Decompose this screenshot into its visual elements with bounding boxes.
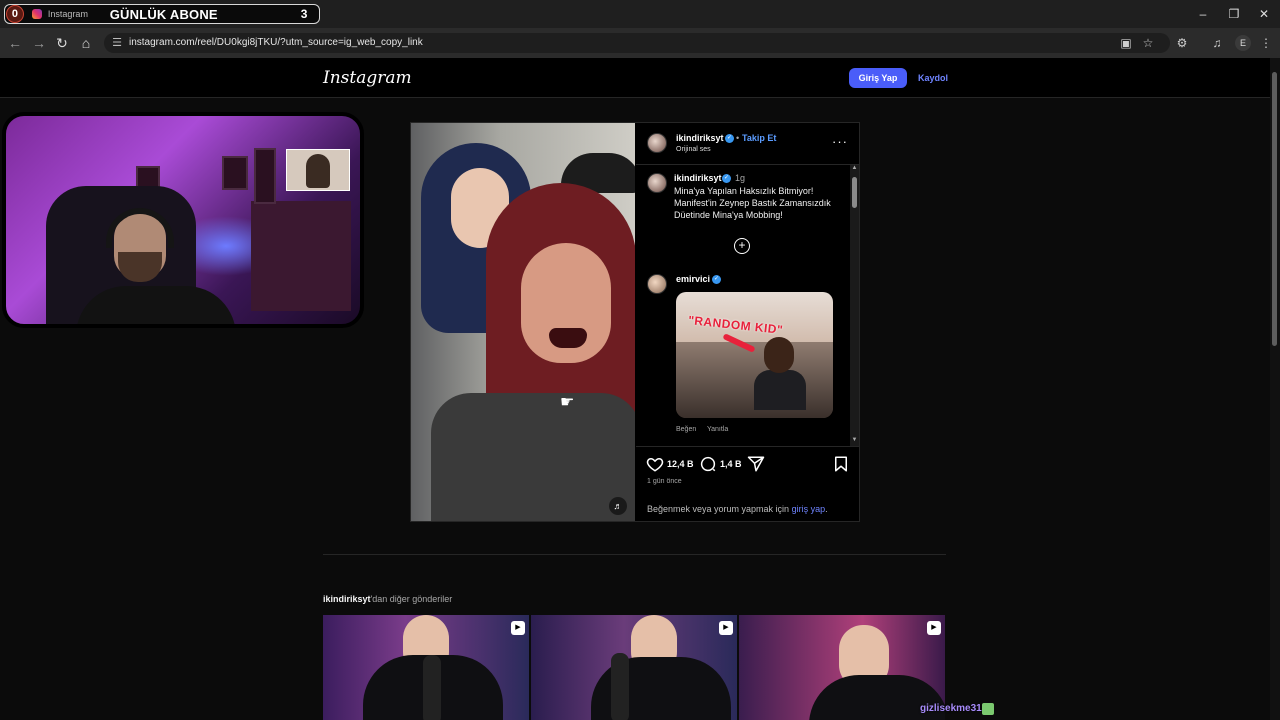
instagram-header [0,58,1270,98]
back-icon[interactable]: ← [6,34,24,52]
like-count: 12,4 B [667,459,694,469]
site-info-icon[interactable]: ☰ [110,36,124,50]
close-icon[interactable]: ✕ [1249,6,1279,22]
divider [636,164,859,165]
scroll-down-icon[interactable]: ▼ [850,437,859,446]
login-prompt-suffix: . [825,504,828,514]
verified-badge-icon: ✓ [712,275,721,284]
reel-video[interactable] [411,123,635,521]
login-button[interactable]: Giriş Yap [849,68,907,88]
chat-emote-icon [982,703,994,715]
subscriber-goal-label: GÜNLÜK ABONE [109,6,218,22]
browser-tab[interactable]: 0 Instagram GÜNLÜK ABONE 3 [4,4,320,24]
commenter-avatar[interactable] [647,274,667,294]
media-icon[interactable]: ♫ [1209,35,1225,51]
home-icon[interactable]: ⌂ [77,34,95,52]
comments-scrollbar-thumb[interactable] [852,177,857,208]
comment-icon[interactable] [699,455,717,473]
install-icon[interactable]: ▣ [1118,35,1134,51]
comment-reply-button[interactable]: Yanıtla [707,426,728,433]
reel-icon: ▶ [927,621,941,635]
volume-icon[interactable]: ♬ [609,497,627,515]
more-post-thumbnail[interactable]: ▶ [739,615,945,720]
reel-icon: ▶ [719,621,733,635]
scroll-up-icon[interactable]: ▲ [850,165,859,174]
page-scrollbar-thumb[interactable] [1272,72,1277,346]
reload-icon[interactable]: ↻ [53,34,71,52]
caption-author-avatar[interactable] [647,173,667,193]
more-post-thumbnail[interactable]: ▶ [531,615,737,720]
post-author-username[interactable]: ikindiriksyt [676,133,724,143]
stream-chat-message: gizlisekme31: [920,703,986,714]
share-icon[interactable] [747,455,765,473]
star-icon[interactable]: ☆ [1140,35,1156,51]
heart-icon[interactable] [646,455,664,473]
login-prompt-text: Beğenmek veya yorum yapmak için [647,504,792,514]
reel-icon: ▶ [511,621,525,635]
verified-badge-icon: ✓ [722,174,731,183]
forward-icon[interactable]: → [30,34,48,52]
login-prompt-link[interactable]: giriş yap [792,504,826,514]
tab-title: Instagram [47,9,88,19]
profile-avatar[interactable]: E [1235,35,1251,51]
more-options-icon[interactable]: ··· [832,134,848,149]
divider [636,446,859,447]
more-posts-user[interactable]: ikindiriksyt [323,594,371,604]
verified-badge-icon: ✓ [725,134,734,143]
audio-label[interactable]: Orijinal ses [676,146,711,153]
follow-button[interactable]: Takip Et [742,133,776,143]
caption-author-username[interactable]: ikindiriksyt [674,173,722,183]
stream-counter-right: 3 [300,7,308,21]
section-divider [323,554,946,555]
restore-icon[interactable]: ❐ [1219,6,1249,22]
comment-image[interactable] [676,292,833,418]
extensions-icon[interactable]: ⚙ [1174,35,1190,51]
mouse-cursor-icon: ☛ [560,394,575,411]
stream-counter-left: 0 [6,5,24,23]
instagram-favicon-icon [31,9,42,19]
more-posts-suffix: 'dan diğer gönderiler [370,594,453,604]
login-prompt: Beğenmek veya yorum yapmak için giriş ya… [647,504,828,514]
load-more-comments-icon[interactable]: + [734,238,750,254]
signup-link[interactable]: Kaydol [918,73,948,83]
post-caption: Mina'ya Yapılan Haksızlık Bitmiyor! Mani… [674,186,831,220]
instagram-logo[interactable]: Instagram [323,68,412,88]
caption-time: 1g [735,173,746,183]
posted-time: 1 gün önce [647,478,682,485]
comment-count: 1,4 B [720,459,742,469]
commenter-username[interactable]: emirvici [676,274,710,284]
more-vert-icon[interactable]: ⋮ [1258,35,1274,51]
more-post-thumbnail[interactable]: ▶ [323,615,529,720]
streamer-webcam [2,112,364,328]
more-posts-heading: ikindiriksyt'dan diğer gönderiler [323,594,452,604]
bookmark-icon[interactable] [832,455,850,473]
minimize-icon[interactable]: – [1188,6,1218,22]
separator-dot: • [736,133,740,143]
comment-like-button[interactable]: Beğen [676,426,696,433]
url-text[interactable]: instagram.com/reel/DU0kgi8jTKU/?utm_sour… [129,37,423,48]
post-author-avatar[interactable] [647,133,667,153]
